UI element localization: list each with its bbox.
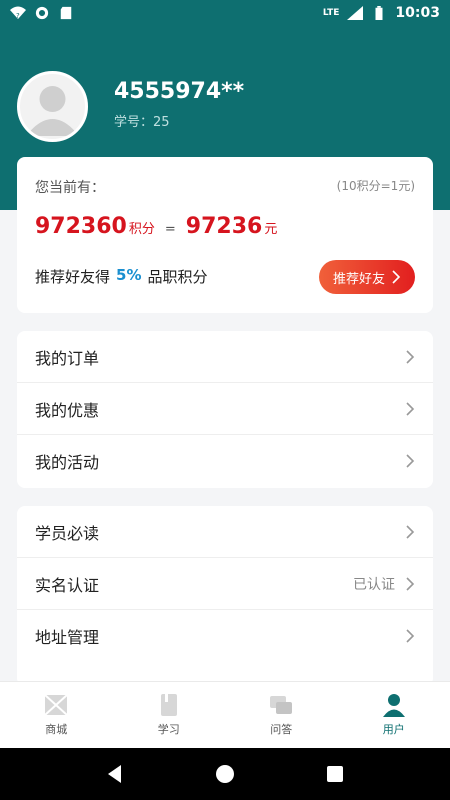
menu-item-real-name-auth[interactable]: 实名认证 已认证 xyxy=(17,558,433,610)
menu-item-label: 地址管理 xyxy=(35,628,100,647)
tab-mall[interactable]: 商城 xyxy=(0,682,113,748)
money-value: 97236 xyxy=(185,214,263,239)
verified-status: 已认证 xyxy=(353,576,395,593)
menu-group-orders: 我的订单 我的优惠 我的活动 xyxy=(17,331,433,488)
tab-study[interactable]: 学习 xyxy=(113,682,226,748)
points-rate: (10积分=1元) xyxy=(336,179,415,193)
menu-item-student-guide[interactable]: 学员必读 xyxy=(17,506,433,558)
user-icon xyxy=(382,694,405,717)
wifi-icon: ? xyxy=(10,6,26,20)
chevron-right-icon xyxy=(406,454,415,468)
points-value: 972360 xyxy=(35,214,127,239)
recents-icon[interactable] xyxy=(323,762,347,786)
clock: 10:03 xyxy=(395,5,440,21)
tab-user[interactable]: 用户 xyxy=(338,682,450,748)
menu-item-label: 我的优惠 xyxy=(35,400,100,420)
menu-item-address[interactable]: 地址管理 xyxy=(17,610,433,662)
tab-label: 商城 xyxy=(45,723,68,736)
chevron-right-icon xyxy=(406,576,415,591)
equals-sign: = xyxy=(164,222,176,237)
invite-text: 推荐好友得 5% 品职积分 xyxy=(35,266,208,287)
default-avatar-icon xyxy=(26,86,79,136)
points-balance-row: 972360 积分 = 97236 元 xyxy=(35,214,277,239)
menu-item-activities[interactable]: 我的活动 xyxy=(17,435,433,487)
qa-icon xyxy=(270,696,293,714)
menu-item-label: 学员必读 xyxy=(35,523,100,543)
invite-percent: 5% xyxy=(116,266,142,284)
mall-icon xyxy=(44,694,68,716)
bottom-tab-bar: 商城 学习 问答 用户 xyxy=(0,681,450,748)
avatar[interactable] xyxy=(17,71,88,142)
invite-prefix: 推荐好友得 xyxy=(35,268,111,286)
menu-item-label: 实名认证 xyxy=(35,575,100,595)
chevron-right-icon xyxy=(406,401,415,416)
chevron-right-icon xyxy=(392,270,401,284)
menu-item-orders[interactable]: 我的订单 xyxy=(17,331,433,383)
username: 4555974** xyxy=(114,79,245,104)
back-icon[interactable] xyxy=(103,762,127,786)
tab-qa[interactable]: 问答 xyxy=(225,682,338,748)
network-type: LTE xyxy=(322,8,340,18)
invite-button-label: 推荐好友 xyxy=(332,271,385,287)
menu-item-label: 我的订单 xyxy=(35,348,100,368)
money-unit: 元 xyxy=(264,222,278,237)
study-icon xyxy=(160,694,177,716)
status-bar: ? LTE 10:03 xyxy=(0,0,450,26)
menu-item-label: 我的活动 xyxy=(35,453,100,472)
signal-icon xyxy=(347,6,364,20)
points-card: 您当前有： (10积分=1元) 972360 积分 = 97236 元 推荐好友… xyxy=(17,157,433,313)
student-id: 学号：25 xyxy=(114,115,170,130)
tab-label: 学习 xyxy=(157,723,180,736)
menu-item-coupons[interactable]: 我的优惠 xyxy=(17,383,433,435)
chevron-right-icon xyxy=(406,349,415,364)
points-title: 您当前有： xyxy=(35,180,105,196)
chevron-right-icon xyxy=(406,629,415,643)
menu-group-settings: 学员必读 实名认证 已认证 地址管理 xyxy=(17,506,433,686)
sync-icon xyxy=(35,6,49,20)
battery-icon xyxy=(375,6,383,20)
svg-text:?: ? xyxy=(16,12,20,20)
invite-friend-button[interactable]: 推荐好友 xyxy=(319,260,415,294)
tab-label: 用户 xyxy=(382,723,405,736)
tab-label: 问答 xyxy=(270,723,293,736)
points-unit: 积分 xyxy=(128,222,155,237)
invite-suffix: 品职积分 xyxy=(147,268,208,286)
home-icon[interactable] xyxy=(213,762,237,786)
chevron-right-icon xyxy=(406,524,415,539)
sdcard-icon xyxy=(60,6,72,20)
system-nav-bar xyxy=(0,748,450,800)
